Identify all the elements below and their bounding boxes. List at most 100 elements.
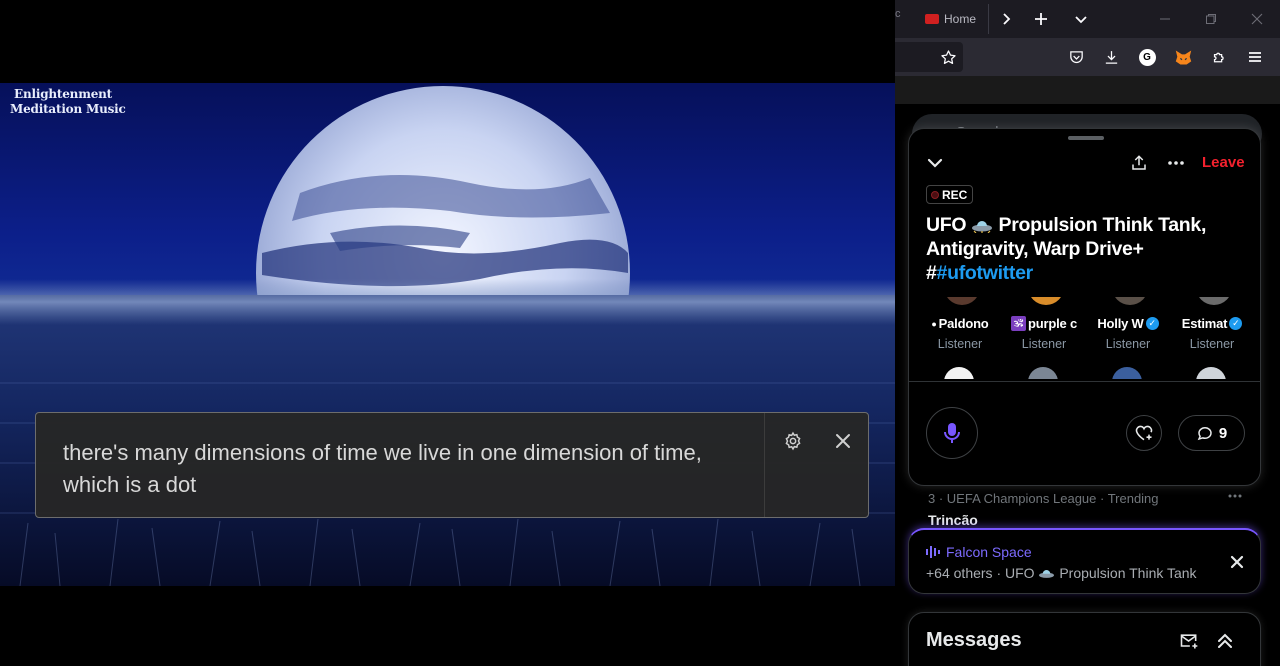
space-dock-subtitle-suffix: Propulsion Think Tank <box>1059 565 1197 581</box>
space-title-part2: Propulsion Think Tank, Antigravity, Warp… <box>926 214 1207 260</box>
avatar <box>1196 297 1232 305</box>
messages-title: Messages <box>926 629 1022 651</box>
trend-more-button[interactable] <box>1227 488 1243 508</box>
window-close-button[interactable] <box>1243 5 1271 33</box>
restore-button[interactable] <box>1197 5 1225 33</box>
puzzle-icon <box>1213 52 1224 62</box>
record-dot-icon <box>931 190 939 199</box>
downloads-button[interactable] <box>1098 44 1124 70</box>
trend-name[interactable]: Trincão <box>928 512 978 528</box>
listener-name: Estimat ✓ <box>1170 316 1254 331</box>
space-dock-title-row: Falcon Space <box>926 544 1032 560</box>
tab-divider <box>988 4 989 34</box>
heart-plus-icon <box>1135 425 1153 441</box>
space-panel: Leave REC UFO Propulsion Think Tank, Ant… <box>908 128 1261 486</box>
space-dock-bar[interactable]: Falcon Space +64 others · UFO Propulsion… <box>908 528 1261 594</box>
restore-icon <box>1206 14 1216 24</box>
flying-saucer-icon <box>1039 570 1055 578</box>
new-message-button[interactable] <box>1177 629 1201 653</box>
minimize-button[interactable] <box>1151 5 1179 33</box>
bookmark-star-button[interactable] <box>935 44 961 70</box>
space-dock-subtitle-prefix: +64 others · UFO <box>926 565 1035 581</box>
verified-badge-icon: ✓ <box>1229 317 1243 330</box>
space-dock-close-button[interactable] <box>1226 551 1248 573</box>
expand-messages-button[interactable] <box>1213 629 1237 653</box>
extensions-button[interactable] <box>1206 44 1232 70</box>
om-symbol-icon: 🕉 <box>1011 316 1027 331</box>
listener-name: 🕉 purple c <box>1002 316 1086 331</box>
recording-badge: REC <box>926 185 974 204</box>
metamask-extension-button[interactable] <box>1170 44 1196 70</box>
channel-logo: Enlightenment Meditation Music <box>10 87 126 117</box>
space-dock-title: Falcon Space <box>946 544 1032 560</box>
channel-logo-line1: Enlightenment <box>14 87 113 101</box>
video-player[interactable]: Enlightenment Meditation Music there's m… <box>0 0 895 666</box>
listener-name-text: Estimat <box>1181 316 1228 331</box>
space-title-hash-prefix: # <box>926 262 937 284</box>
listener-item[interactable]: Estimat ✓ Listener <box>1170 297 1254 379</box>
listener-item[interactable]: 🕉 purple c Listener <box>1002 297 1086 379</box>
listener-item[interactable]: ● Paldono Listener <box>918 297 1002 379</box>
trend-meta: 3 · UEFA Champions League · Trending <box>928 491 1159 506</box>
url-bar[interactable] <box>895 42 963 72</box>
space-divider <box>909 381 1260 382</box>
listener-role: Listener <box>937 337 983 351</box>
new-message-icon <box>1180 634 1198 649</box>
react-button[interactable] <box>1126 415 1162 451</box>
listener-role: Listener <box>1021 337 1067 351</box>
microphone-icon <box>944 423 960 443</box>
tab-home[interactable]: Home <box>925 8 976 30</box>
account-extension-button[interactable]: G <box>1134 44 1160 70</box>
messages-drawer[interactable]: Messages <box>908 612 1261 666</box>
tab-scroll-right-button[interactable] <box>992 5 1020 33</box>
share-space-button[interactable] <box>1127 151 1151 175</box>
leave-space-button[interactable]: Leave <box>1202 154 1245 171</box>
listener-name: ● Paldono <box>918 316 1002 331</box>
tab-previous-fragment[interactable]: c <box>895 8 901 20</box>
listener-role: Listener <box>1105 337 1151 351</box>
avatar <box>1028 367 1058 379</box>
more-horizontal-icon <box>1168 161 1184 165</box>
youtube-favicon-icon <box>925 14 939 24</box>
space-hashtag-link[interactable]: #ufotwitter <box>937 262 1034 284</box>
plus-icon <box>1035 13 1047 25</box>
pocket-button[interactable] <box>1063 44 1089 70</box>
listener-item[interactable]: Holly W ✓ Listener <box>1086 297 1170 379</box>
avatar <box>944 367 974 379</box>
caption-text: there's many dimensions of time we live … <box>63 440 702 497</box>
listener-role: Listener <box>1189 337 1235 351</box>
close-icon <box>1230 555 1244 569</box>
avatar <box>1196 367 1226 379</box>
listener-name-prefix: ● <box>931 318 937 329</box>
audio-bars-icon <box>926 546 940 558</box>
chevron-down-icon <box>927 158 943 168</box>
listener-name: Holly W ✓ <box>1086 316 1170 331</box>
list-all-tabs-button[interactable] <box>1067 5 1095 33</box>
comment-bubble-icon <box>1197 427 1212 441</box>
caption-settings-button[interactable] <box>779 427 807 455</box>
avatar <box>1112 367 1142 379</box>
listener-grid: ● Paldono Listener 🕉 purple c Listener H… <box>909 297 1260 379</box>
close-icon <box>1251 13 1263 25</box>
listener-name-text: Paldono <box>938 316 989 331</box>
collapse-space-button[interactable] <box>923 151 947 175</box>
fox-icon <box>1175 50 1191 64</box>
star-icon <box>940 49 956 64</box>
new-tab-button[interactable] <box>1027 5 1055 33</box>
listener-name-text: purple c <box>1028 316 1077 331</box>
space-more-button[interactable] <box>1164 151 1188 175</box>
space-title-part1: UFO <box>926 214 967 236</box>
app-menu-button[interactable] <box>1242 44 1268 70</box>
grammarly-g-icon: G <box>1138 48 1156 66</box>
caption-close-button[interactable] <box>829 427 857 455</box>
request-to-speak-button[interactable] <box>926 407 978 459</box>
download-icon <box>1105 50 1117 64</box>
sheet-grabber-handle[interactable] <box>1068 136 1104 140</box>
avatar <box>944 297 980 305</box>
browser-window: c Home G Leave REC UFO Propulsion Think … <box>895 0 1280 666</box>
caption-text-area: there's many dimensions of time we live … <box>36 413 765 517</box>
comments-button[interactable]: 9 <box>1178 415 1245 451</box>
channel-logo-line2: Meditation Music <box>10 102 126 116</box>
navigation-toolbar: G <box>895 38 1280 76</box>
chevron-right-icon <box>1003 13 1011 25</box>
